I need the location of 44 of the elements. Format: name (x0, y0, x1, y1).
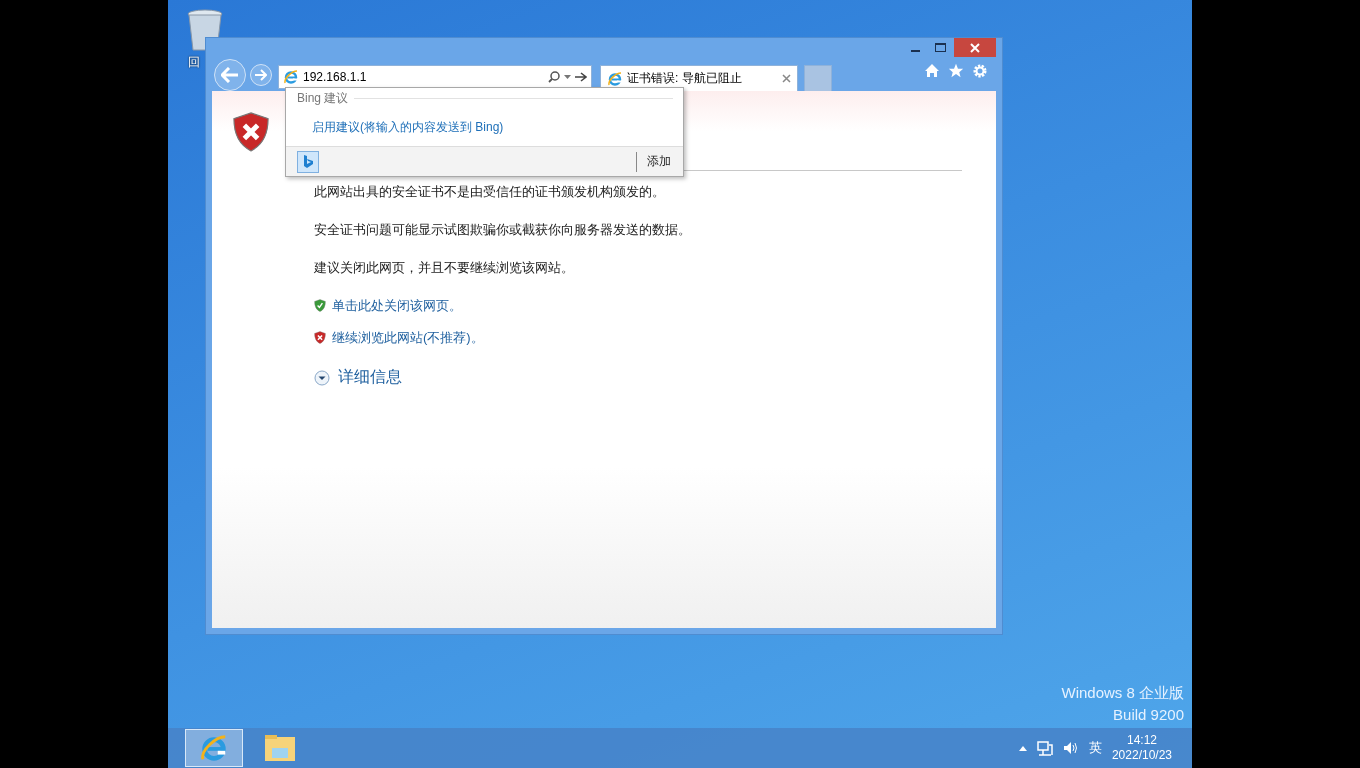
search-icon[interactable] (548, 71, 560, 83)
details-toggle[interactable]: 详细信息 (314, 367, 402, 388)
settings-icon[interactable] (972, 63, 988, 79)
enable-suggestions-link[interactable]: 启用建议(将输入的内容发送到 Bing) (312, 119, 504, 136)
warning-text: 安全证书问题可能显示试图欺骗你或截获你向服务器发送的数据。 (314, 221, 692, 239)
close-page-link[interactable]: 单击此处关闭该网页。 (332, 297, 462, 315)
search-provider-button[interactable] (297, 150, 319, 173)
browser-logo-icon (283, 69, 299, 85)
back-button[interactable] (214, 59, 246, 91)
browser-tab[interactable]: 证书错误: 导航已阻止 (600, 65, 798, 91)
browser-taskbar-button[interactable] (185, 729, 243, 767)
expand-icon (314, 369, 330, 386)
browser-logo-icon (199, 733, 229, 763)
suggestions-header: Bing 建议 (297, 89, 349, 107)
search-provider-logo-icon (303, 154, 313, 169)
warning-text: 此网站出具的安全证书不是由受信任的证书颁发机构颁发的。 (314, 183, 666, 201)
network-icon[interactable] (1036, 740, 1053, 756)
desktop-icon-label: 回 (188, 54, 200, 71)
warning-text: 建议关闭此网页，并且不要继续浏览该网站。 (314, 259, 575, 277)
minimize-icon (910, 50, 920, 52)
back-arrow-icon (221, 67, 239, 83)
shield-check-icon (314, 299, 326, 313)
edition-text: Build 9200 (1113, 705, 1184, 725)
continue-link[interactable]: 继续浏览此网站(不推荐)。 (332, 329, 484, 347)
forward-arrow-icon (255, 69, 267, 81)
input-method-indicator[interactable]: 英 (1088, 739, 1102, 757)
shield-x-icon (232, 111, 270, 153)
close-icon[interactable] (782, 74, 791, 83)
close-icon (970, 42, 980, 53)
clock[interactable]: 14:12 2022/10/23 (1111, 733, 1172, 763)
close-button[interactable] (954, 38, 996, 57)
maximize-icon (935, 42, 947, 53)
go-arrow-icon[interactable] (575, 72, 587, 82)
shield-x-icon (314, 331, 326, 345)
star-icon[interactable] (948, 63, 964, 78)
folder-icon (264, 734, 296, 762)
add-button[interactable]: 添加 (636, 151, 683, 172)
address-bar[interactable]: 192.168.1.1 (278, 65, 592, 89)
speaker-icon[interactable] (1062, 741, 1079, 755)
forward-button[interactable] (250, 64, 272, 86)
caret-icon[interactable] (564, 75, 571, 79)
edition-text: Windows 8 企业版 (1061, 683, 1184, 703)
up-caret-icon[interactable] (1018, 745, 1027, 751)
home-icon[interactable] (924, 63, 940, 78)
